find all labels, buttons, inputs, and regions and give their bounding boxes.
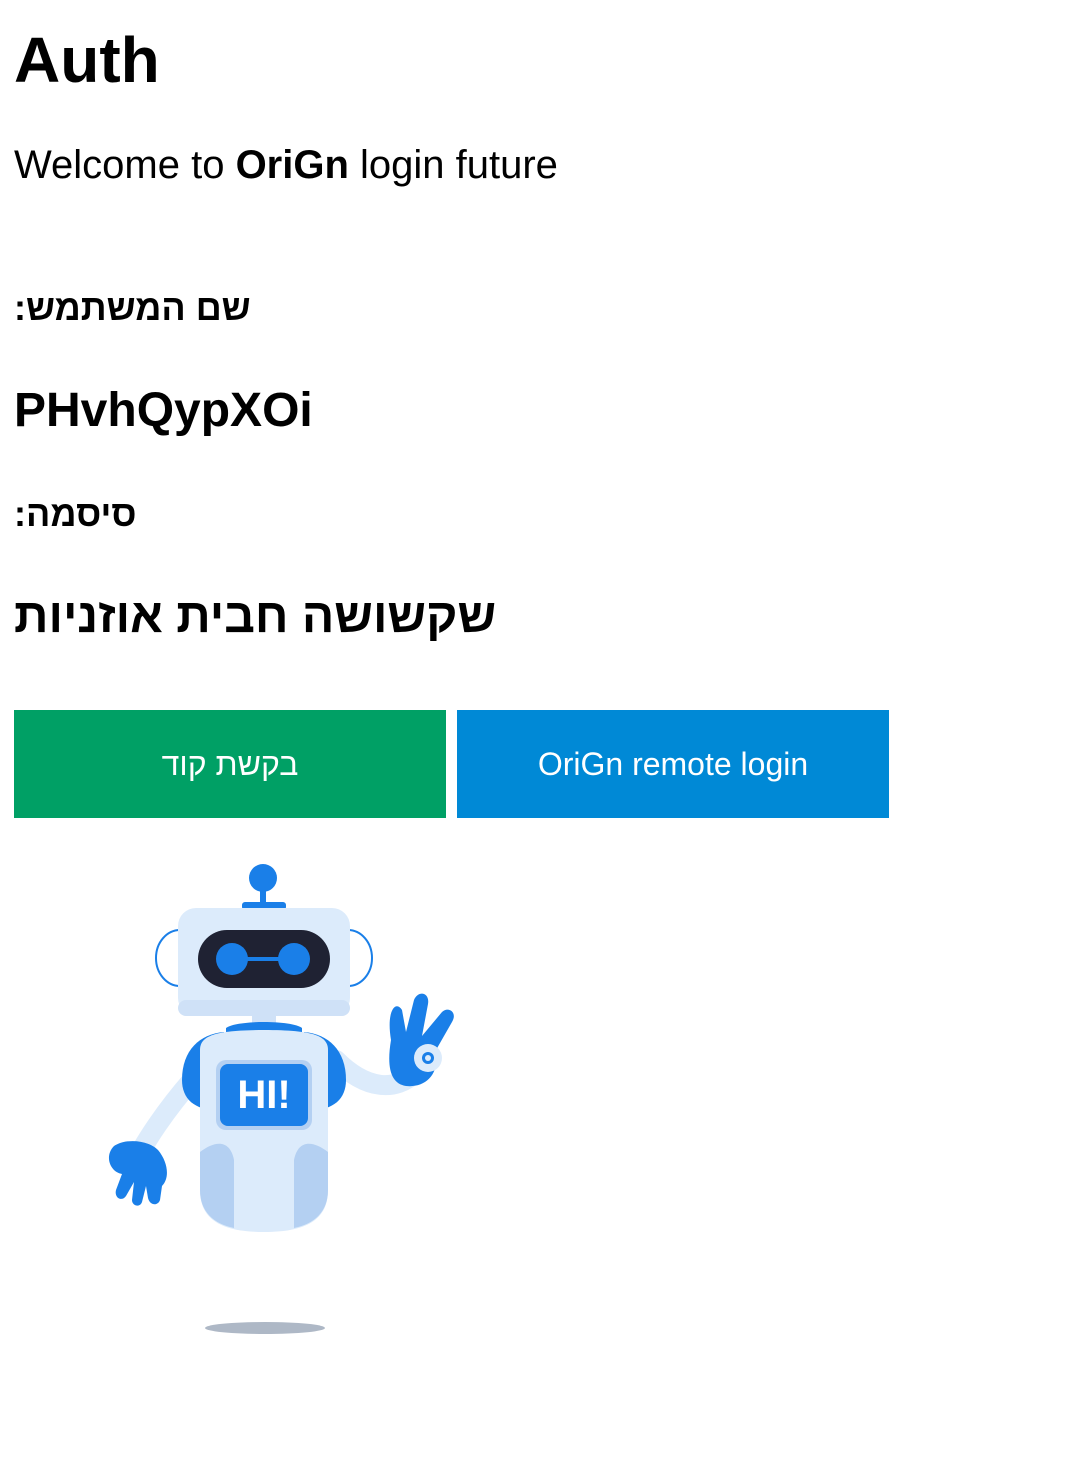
remote-login-button[interactable]: OriGn remote login [457, 710, 889, 818]
password-label-text: סיסמה: [14, 493, 137, 534]
username-label-text: שם המשתמש: [14, 287, 251, 328]
welcome-message: Welcome to OriGn login future [14, 140, 558, 190]
username-label: שם המשתמש: [14, 286, 251, 330]
password-label: סיסמה: [14, 492, 137, 536]
password-value: שקשושה חבית אוזניות [14, 590, 497, 643]
welcome-suffix: login future [348, 143, 558, 187]
robot-waving-icon: HI! [108, 864, 454, 1334]
brand-name: OriGn [235, 143, 349, 187]
request-code-button[interactable]: בקשת קוד [14, 710, 446, 818]
welcome-prefix: Welcome to [14, 143, 236, 187]
auth-page: Auth Welcome to OriGn login future שם המ… [0, 0, 1070, 1478]
page-title: Auth [14, 24, 160, 96]
username-value: PHvhQypXOi [14, 384, 313, 437]
robot-badge-text: HI! [237, 1073, 290, 1117]
